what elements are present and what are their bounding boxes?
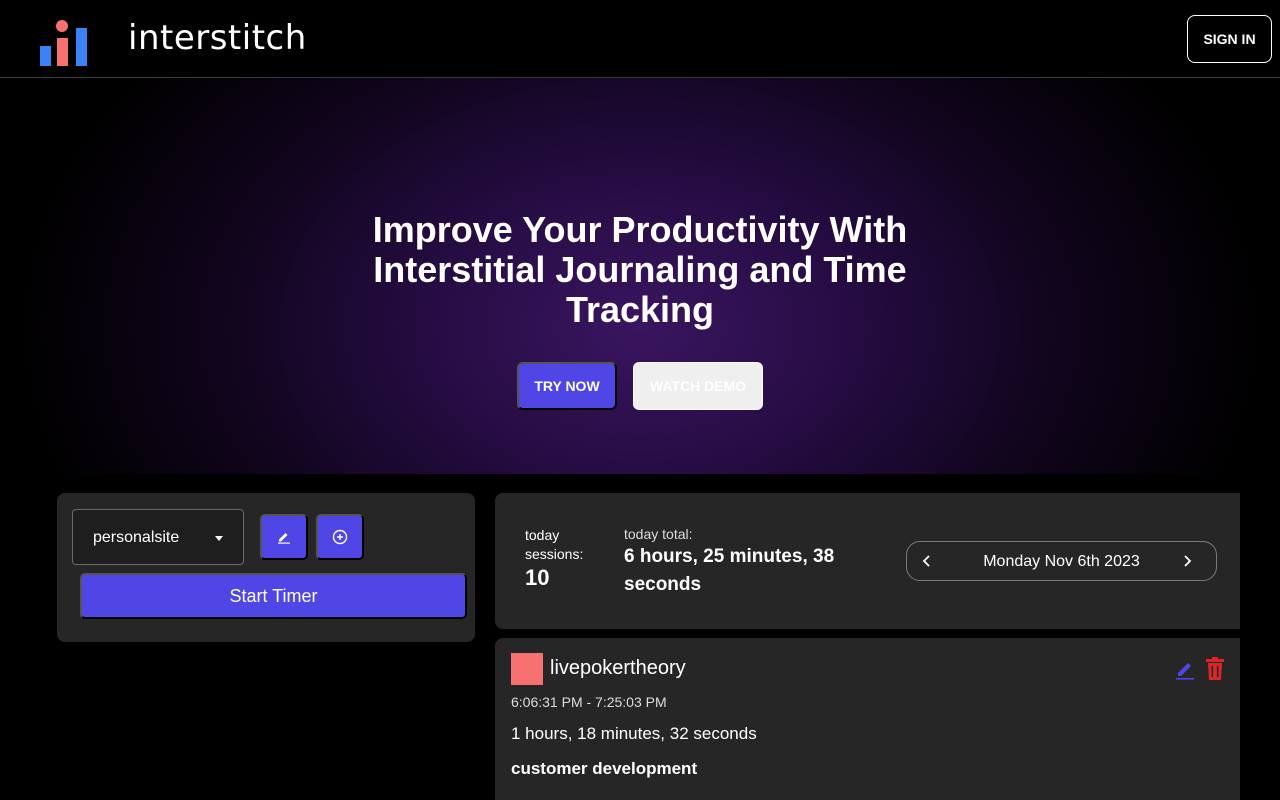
pencil-icon[interactable] <box>1175 658 1195 680</box>
session-time-range: 6:06:31 PM - 7:25:03 PM <box>511 694 667 710</box>
sign-in-button[interactable]: SIGN IN <box>1187 15 1272 63</box>
trash-icon[interactable] <box>1205 657 1225 681</box>
pencil-icon <box>278 533 290 544</box>
sessions-label: today sessions: <box>525 527 584 562</box>
date-navigator: Monday Nov 6th 2023 <box>906 541 1217 581</box>
project-select-value: personalsite <box>93 529 180 546</box>
total-label: today total: <box>624 526 693 542</box>
project-select[interactable]: personalsite <box>72 509 244 565</box>
start-timer-button[interactable]: Start Timer <box>80 573 467 619</box>
sessions-value: 10 <box>525 565 550 590</box>
try-now-button[interactable]: TRY NOW <box>517 362 617 410</box>
chevron-right-icon[interactable] <box>1179 553 1195 569</box>
brand-name[interactable]: interstitch <box>128 18 307 58</box>
top-nav: interstitch SIGN IN <box>0 0 1280 78</box>
total-value: 6 hours, 25 minutes, 38 seconds <box>624 546 835 595</box>
session-duration: 1 hours, 18 minutes, 32 seconds <box>511 724 757 743</box>
current-date: Monday Nov 6th 2023 <box>983 553 1140 570</box>
plus-circle-icon <box>332 529 348 545</box>
project-color-swatch <box>511 653 543 685</box>
edit-project-button[interactable] <box>260 514 308 560</box>
add-project-button[interactable] <box>316 514 364 560</box>
caret-down-icon <box>215 536 223 541</box>
logo-icon[interactable] <box>40 20 88 66</box>
hero-title: Improve Your Productivity With Interstit… <box>372 209 908 330</box>
session-project: livepokertheory <box>550 657 686 679</box>
watch-demo-button[interactable]: WATCH DEMO <box>633 362 763 410</box>
session-note: customer development <box>511 759 698 778</box>
